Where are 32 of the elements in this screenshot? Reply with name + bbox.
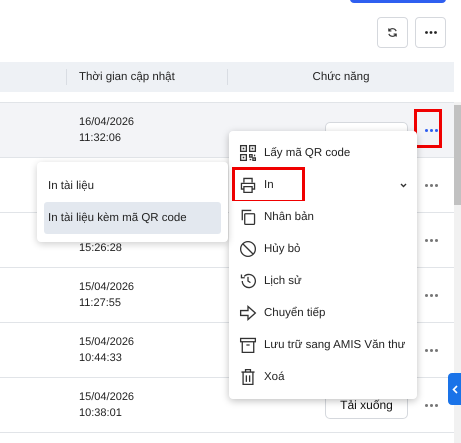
scrollbar[interactable] (454, 102, 461, 443)
menu-item[interactable]: Xoá (229, 361, 417, 393)
table-cell-text: 15/04/2026 10:44:33 (79, 335, 134, 366)
menu-item[interactable]: Lưu trữ sang AMIS Văn thư (229, 329, 417, 361)
menu-item[interactable]: Lịch sử (229, 265, 417, 297)
table-cell-text: 15/04/2026 11:27:55 (79, 280, 134, 311)
menu-item[interactable]: Nhân bản (229, 201, 417, 233)
more-button[interactable] (415, 17, 446, 48)
qr-code-icon (239, 144, 257, 162)
menu-item[interactable]: Hủy bỏ (229, 233, 417, 265)
copy-icon (239, 208, 257, 226)
table-cell-text: 16/04/2026 11:32:06 (79, 115, 134, 146)
chevron-left-icon (452, 384, 458, 394)
archive-icon (239, 336, 257, 354)
more-icon (424, 31, 436, 34)
refresh-button[interactable] (377, 17, 408, 48)
arrow-right-icon (239, 304, 257, 322)
menu-item[interactable]: In tài liệu kèm mã QR code (44, 202, 221, 234)
menu-item[interactable]: In (229, 169, 417, 201)
column-header: Chức năng (227, 69, 454, 85)
history-icon (239, 272, 257, 290)
column-header: Thời gian cập nhật (66, 69, 227, 85)
table-cell-text: 15:26:28 (79, 241, 122, 256)
table-cell-text: 15/04/2026 10:38:01 (79, 390, 134, 421)
printer-icon (239, 176, 257, 194)
menu-item[interactable]: Lấy mã QR code (229, 137, 417, 169)
scrollbar-thumb[interactable] (454, 105, 461, 205)
trash-icon (239, 368, 257, 386)
menu-item[interactable]: Chuyển tiếp (229, 297, 417, 329)
refresh-icon (387, 27, 398, 38)
cancel-icon (239, 240, 257, 258)
collapse-tab[interactable] (448, 373, 461, 405)
